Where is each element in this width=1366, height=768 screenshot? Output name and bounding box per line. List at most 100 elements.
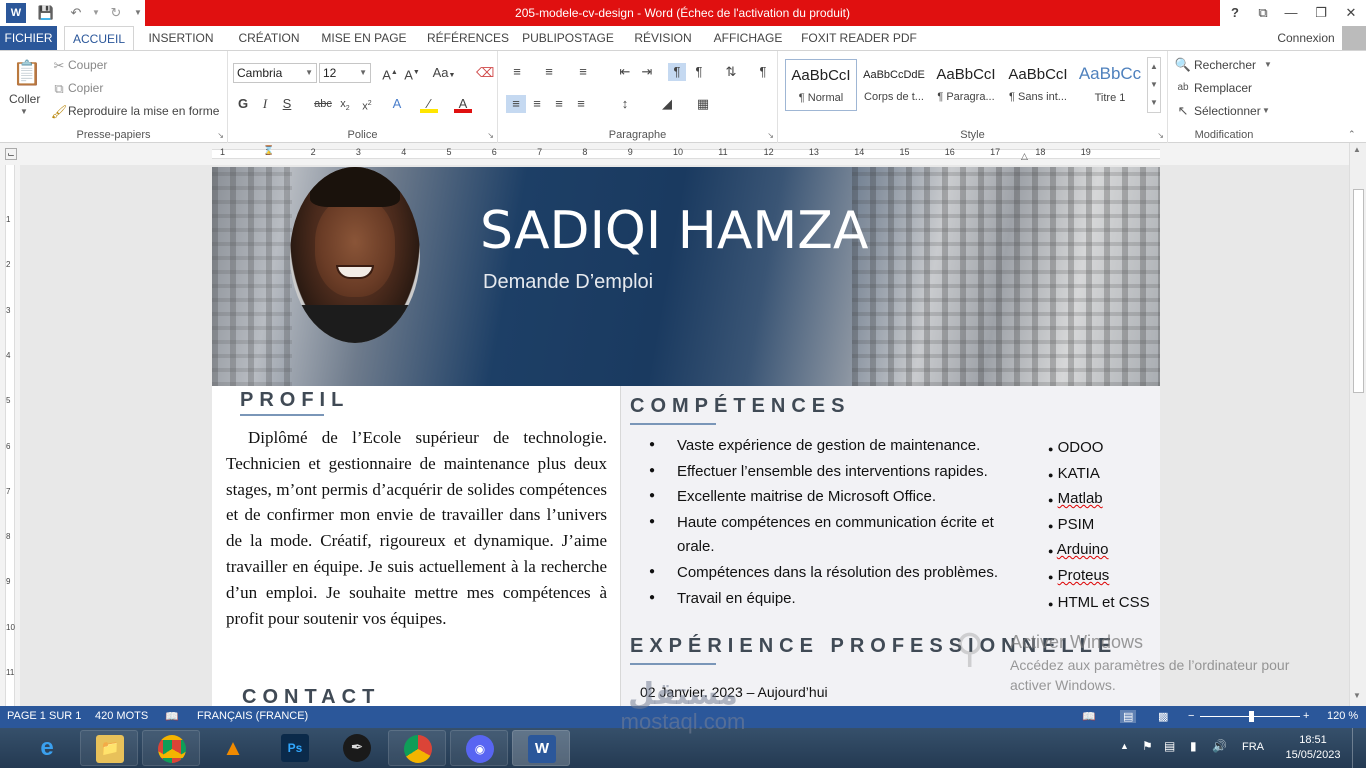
copy-icon[interactable]: ⧉	[50, 80, 68, 98]
scroll-up-icon[interactable]: ▲	[1353, 145, 1361, 154]
document-page[interactable]: SADIQI HAMZA Demande D’emploi PROFIL Dip…	[212, 167, 1160, 706]
tab-mailings[interactable]: PUBLIPOSTAGE	[520, 26, 616, 50]
maximize-button[interactable]: ❐	[1308, 0, 1334, 26]
bold-icon[interactable]: G	[234, 95, 252, 113]
discord-icon[interactable]: ◉	[450, 730, 508, 766]
zoom-out-icon[interactable]: −	[1188, 710, 1194, 722]
styles-launcher-icon[interactable]: ↘	[1157, 131, 1164, 140]
close-button[interactable]: ✕	[1338, 0, 1364, 26]
word-app-icon[interactable]: W	[6, 3, 26, 23]
tab-review[interactable]: RÉVISION	[630, 26, 696, 50]
undo-dropdown-icon[interactable]: ▼	[86, 3, 106, 23]
underline-icon[interactable]: S	[278, 95, 296, 113]
font-launcher-icon[interactable]: ↘	[487, 131, 494, 140]
superscript-icon[interactable]: x2	[358, 95, 376, 113]
page-count[interactable]: PAGE 1 SUR 1	[7, 710, 81, 722]
network-icon[interactable]: ▤	[1164, 739, 1175, 753]
minimize-button[interactable]: —	[1278, 0, 1304, 26]
tab-home[interactable]: ACCUEIL	[64, 26, 134, 51]
zoom-slider-thumb[interactable]	[1249, 711, 1254, 722]
ltr-icon[interactable]: ¶	[668, 63, 686, 81]
clipboard-launcher-icon[interactable]: ↘	[217, 131, 224, 140]
right-indent-marker[interactable]: △	[1021, 151, 1028, 162]
show-formatting-icon[interactable]: ¶	[754, 63, 772, 81]
chrome-icon[interactable]	[142, 730, 200, 766]
align-right-icon[interactable]: ≡	[550, 95, 568, 113]
signin-link[interactable]: Connexion	[1272, 26, 1340, 50]
bullets-icon[interactable]: ≡	[508, 63, 526, 81]
font-size-select[interactable]: 12 ▼	[319, 63, 371, 83]
align-center-icon[interactable]: ≡	[528, 95, 546, 113]
tab-view[interactable]: AFFICHAGE	[708, 26, 788, 50]
select-button[interactable]: Sélectionner	[1194, 104, 1261, 118]
ie-icon[interactable]: e	[18, 730, 76, 766]
cut-button[interactable]: Couper	[68, 58, 107, 72]
photoshop-icon[interactable]: Ps	[266, 730, 324, 766]
format-painter-icon[interactable]: 🖌	[50, 103, 68, 121]
tab-page-layout[interactable]: MISE EN PAGE	[318, 26, 410, 50]
sort-icon[interactable]: ⇅	[722, 63, 740, 81]
tab-foxit[interactable]: FOXIT READER PDF	[800, 26, 918, 50]
help-button[interactable]: ?	[1222, 0, 1248, 26]
shading-icon[interactable]: ◢	[658, 95, 676, 113]
format-painter-button[interactable]: Reproduire la mise en forme	[68, 104, 219, 118]
numbering-icon[interactable]: ≡	[540, 63, 558, 81]
align-left-icon[interactable]: ≡	[506, 95, 526, 113]
chrome-profile-icon[interactable]	[388, 730, 446, 766]
indent-marker[interactable]: ⌛	[263, 145, 274, 156]
word-count[interactable]: 420 MOTS	[95, 710, 148, 722]
tab-selector-icon[interactable]: ⌙	[5, 148, 17, 160]
subscript-icon[interactable]: x2	[336, 95, 354, 113]
italic-icon[interactable]: I	[256, 95, 274, 113]
style-heading-1[interactable]: AaBbCc Titre 1	[1074, 59, 1146, 111]
justify-icon[interactable]: ≡	[572, 95, 590, 113]
scroll-thumb[interactable]	[1353, 189, 1364, 393]
font-family-select[interactable]: Cambria ▼	[233, 63, 317, 83]
multilevel-list-icon[interactable]: ≡	[574, 63, 592, 81]
line-spacing-icon[interactable]: ↕	[616, 95, 634, 113]
cut-icon[interactable]: ✂	[50, 57, 68, 75]
strikethrough-icon[interactable]: abc	[312, 95, 334, 113]
language-status[interactable]: FRANÇAIS (FRANCE)	[197, 710, 308, 722]
zoom-in-icon[interactable]: +	[1303, 710, 1309, 722]
select-icon[interactable]: ↖	[1174, 102, 1192, 120]
action-center-icon[interactable]: ⚑	[1142, 739, 1153, 753]
redo-icon[interactable]: ↻	[106, 3, 126, 23]
shrink-font-icon[interactable]: A▼	[403, 64, 421, 82]
scroll-down-icon[interactable]: ▼	[1353, 691, 1361, 700]
paste-button[interactable]: Coller	[9, 92, 40, 106]
tab-insert[interactable]: INSERTION	[144, 26, 218, 50]
tab-file[interactable]: FICHIER	[0, 26, 57, 50]
zoom-level[interactable]: 120 %	[1327, 710, 1358, 722]
style-list-paragraph[interactable]: AaBbCcI ¶ Paragra...	[930, 59, 1002, 111]
battery-icon[interactable]: ▮	[1190, 739, 1197, 753]
read-mode-icon[interactable]: 📖	[1082, 710, 1096, 723]
find-icon[interactable]: 🔍	[1174, 56, 1192, 74]
word-taskbar-icon[interactable]: W	[512, 730, 570, 766]
paste-dropdown-icon[interactable]: ▼	[20, 107, 28, 116]
font-color-icon[interactable]: A	[454, 95, 472, 113]
decrease-indent-icon[interactable]: ⇤	[616, 63, 634, 81]
web-layout-icon[interactable]: ▩	[1158, 710, 1168, 723]
highlight-icon[interactable]: ∕	[420, 95, 438, 113]
tray-expand-icon[interactable]: ▲	[1120, 741, 1129, 751]
undo-icon[interactable]: ↶	[66, 3, 86, 23]
style-normal[interactable]: AaBbCcI ¶ Normal	[785, 59, 857, 111]
chevron-down-icon[interactable]: ▼	[1262, 106, 1270, 115]
save-icon[interactable]: 💾	[36, 3, 56, 23]
print-layout-icon[interactable]: ▤	[1120, 710, 1137, 723]
pen-app-icon[interactable]: ✒	[328, 730, 386, 766]
copy-button[interactable]: Copier	[68, 81, 103, 95]
increase-indent-icon[interactable]: ⇥	[638, 63, 656, 81]
tab-references[interactable]: RÉFÉRENCES	[422, 26, 514, 50]
vertical-scrollbar[interactable]: ▲ ▼	[1349, 143, 1366, 706]
volume-icon[interactable]: 🔊	[1212, 739, 1227, 753]
style-no-spacing[interactable]: AaBbCcI ¶ Sans int...	[1002, 59, 1074, 111]
borders-icon[interactable]: ▦	[694, 95, 712, 113]
vlc-icon[interactable]: ▲	[204, 730, 262, 766]
collapse-ribbon-icon[interactable]: ⌃	[1348, 129, 1356, 140]
style-body-text[interactable]: AaBbCcDdE Corps de t...	[858, 59, 930, 111]
change-case-icon[interactable]: Aa▼	[430, 64, 458, 82]
chevron-down-icon[interactable]: ▼	[1264, 60, 1272, 69]
rtl-icon[interactable]: ¶	[690, 63, 708, 81]
